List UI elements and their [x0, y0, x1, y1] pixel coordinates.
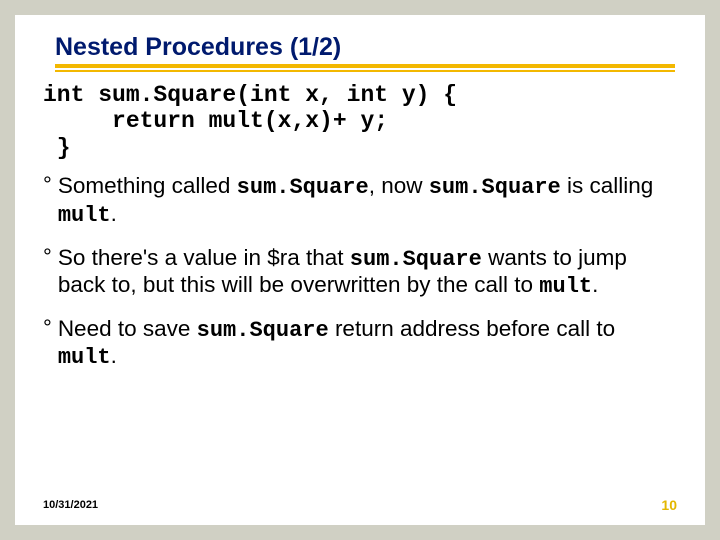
footer-date: 10/31/2021 — [43, 499, 98, 511]
bullet-marker: ° — [43, 316, 52, 341]
code-line: int sum.Square(int x, int y) { — [43, 82, 457, 108]
code-inline: sum.Square — [197, 318, 329, 343]
title-underline-thin — [55, 70, 675, 72]
code-inline: sum.Square — [237, 175, 369, 200]
bullet-2: ° So there's a value in $ra that sum.Squ… — [43, 245, 677, 300]
code-inline: mult — [58, 345, 111, 370]
bullet-text: Need to save sum.Square return address b… — [58, 316, 677, 371]
code-block: int sum.Square(int x, int y) { return mu… — [43, 82, 677, 161]
code-inline: mult — [58, 203, 111, 228]
code-line: return mult(x,x)+ y; — [43, 108, 388, 134]
title-underline-thick — [55, 64, 675, 68]
code-inline: sum.Square — [350, 247, 482, 272]
code-inline: mult — [539, 274, 592, 299]
slide: Nested Procedures (1/2) int sum.Square(i… — [15, 15, 705, 525]
code-inline: sum.Square — [429, 175, 561, 200]
bullet-text: Something called sum.Square, now sum.Squ… — [58, 173, 677, 228]
bullet-3: ° Need to save sum.Square return address… — [43, 316, 677, 371]
slide-title: Nested Procedures (1/2) — [55, 33, 677, 64]
code-line: } — [43, 135, 71, 161]
bullet-text: So there's a value in $ra that sum.Squar… — [58, 245, 677, 300]
title-block: Nested Procedures (1/2) — [55, 33, 677, 72]
bullet-marker: ° — [43, 173, 52, 198]
bullet-marker: ° — [43, 245, 52, 270]
page-number: 10 — [661, 497, 677, 513]
bullet-1: ° Something called sum.Square, now sum.S… — [43, 173, 677, 228]
